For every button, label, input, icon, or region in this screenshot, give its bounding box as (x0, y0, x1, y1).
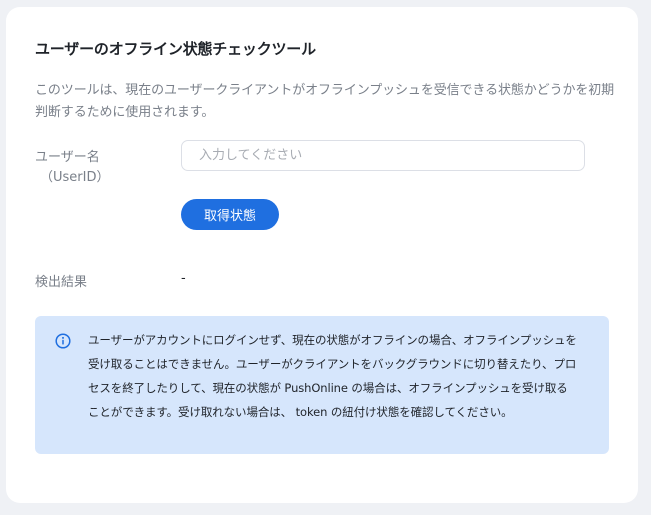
username-input[interactable] (181, 140, 585, 171)
username-label-text: ユーザー名 (35, 150, 100, 165)
notice-box: ユーザーがアカウントにログインせず、現在の状態がオフラインの場合、オフラインプッ… (35, 316, 609, 454)
result-value: - (181, 271, 186, 286)
tool-card: ユーザーのオフライン状態チェックツール このツールは、現在のユーザークライアント… (6, 7, 638, 503)
username-sub-label: （UserID） (40, 170, 110, 185)
notice-text: ユーザーがアカウントにログインせず、現在の状態がオフラインの場合、オフラインプッ… (88, 333, 577, 419)
get-status-button[interactable]: 取得状態 (181, 199, 279, 230)
result-label: 検出結果 (35, 275, 88, 290)
page-title: ユーザーのオフライン状態チェックツール (35, 40, 316, 58)
info-icon (55, 333, 71, 349)
page-description: このツールは、現在のユーザークライアントがオフラインプッシュを受信できる状態かど… (35, 83, 615, 120)
username-label: ユーザー名 （UserID） (35, 148, 109, 188)
